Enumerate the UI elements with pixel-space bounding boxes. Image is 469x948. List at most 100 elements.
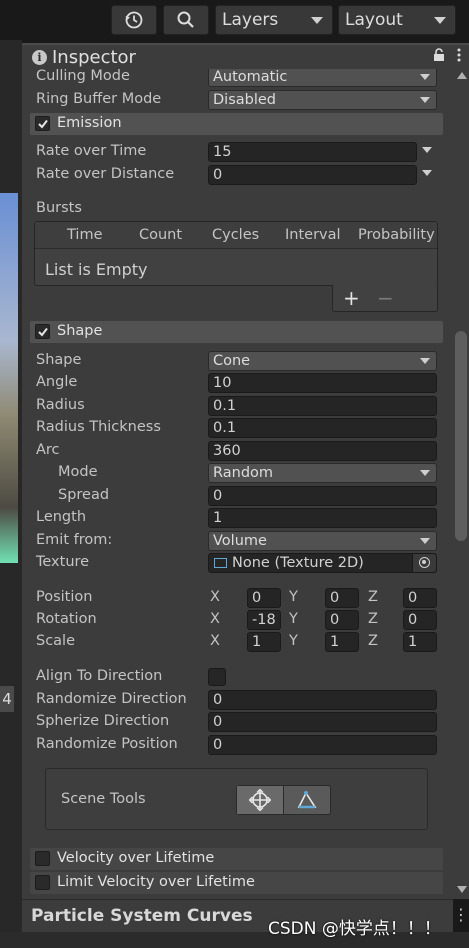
scene-view-preview: [0, 193, 18, 563]
spread-field[interactable]: 0: [208, 486, 437, 506]
scroll-down-arrow-icon[interactable]: [457, 886, 467, 893]
inspector-tab-label: Inspector: [52, 47, 136, 68]
position-z-field[interactable]: 0: [403, 588, 437, 608]
curves-menu-icon[interactable]: ⋮: [453, 905, 469, 924]
kebab-menu-icon[interactable]: [457, 48, 461, 62]
particle-system-curves-title: Particle System Curves: [31, 906, 253, 926]
velocity-over-lifetime-header[interactable]: Velocity over Lifetime: [30, 848, 443, 870]
align-to-direction-toggle[interactable]: [208, 668, 226, 686]
rate-over-distance-field[interactable]: 0: [208, 165, 417, 185]
randomize-direction-label: Randomize Direction: [36, 691, 187, 707]
angle-field[interactable]: 10: [208, 373, 437, 393]
limit-velocity-over-lifetime-header[interactable]: Limit Velocity over Lifetime: [30, 872, 443, 894]
randomize-direction-field[interactable]: 0: [208, 690, 437, 710]
length-field[interactable]: 1: [208, 508, 437, 528]
randomize-position-field[interactable]: 0: [208, 735, 437, 755]
culling-mode-dropdown[interactable]: Automatic: [208, 69, 437, 87]
left-panel-number: 4: [0, 686, 14, 712]
shape-title: Shape: [57, 323, 103, 339]
shape-checkbox[interactable]: [35, 324, 50, 339]
remove-burst-button[interactable]: −: [377, 286, 394, 310]
rotation-z-field[interactable]: 0: [403, 610, 437, 630]
layers-label: Layers: [222, 10, 279, 30]
inspector-title: i Inspector: [32, 47, 136, 68]
spherize-direction-row: Spherize Direction 0: [22, 711, 453, 733]
length-row: Length 1: [22, 507, 453, 529]
shape-edit-button[interactable]: [284, 786, 331, 814]
scale-x-field[interactable]: 1: [247, 632, 281, 652]
history-button[interactable]: [111, 5, 157, 35]
position-y-field[interactable]: 0: [325, 588, 359, 608]
bursts-col-cycles: Cycles: [212, 227, 260, 243]
radius-label: Radius: [36, 397, 85, 413]
position-label: Position: [36, 589, 93, 605]
transform-gizmo-icon: [248, 789, 271, 811]
x-axis-label: X: [210, 633, 220, 649]
arc-row: Arc 360: [22, 440, 453, 462]
ring-buffer-row: Ring Buffer Mode Disabled: [22, 89, 453, 111]
history-icon: [125, 11, 143, 29]
transform-gizmo-button[interactable]: [237, 786, 284, 814]
arc-mode-dropdown[interactable]: Random: [208, 463, 437, 483]
velocity-over-lifetime-checkbox[interactable]: [35, 851, 50, 866]
texture-label: Texture: [36, 554, 90, 570]
scroll-thumb[interactable]: [455, 331, 467, 541]
emission-checkbox[interactable]: [35, 116, 50, 131]
bursts-row: Bursts: [22, 198, 453, 220]
shape-type-dropdown[interactable]: Cone: [208, 351, 437, 371]
curve-mode-caret-icon[interactable]: [422, 147, 432, 153]
add-burst-button[interactable]: +: [343, 286, 360, 310]
length-label: Length: [36, 509, 87, 525]
rotation-y-field[interactable]: 0: [325, 610, 359, 630]
scale-z-field[interactable]: 1: [403, 632, 437, 652]
chevron-down-icon: [420, 74, 430, 80]
position-x-field[interactable]: 0: [247, 588, 281, 608]
limit-velocity-over-lifetime-checkbox[interactable]: [35, 875, 50, 890]
watermark-text: CSDN @快学点！！！: [268, 919, 441, 939]
spread-label: Spread: [58, 487, 110, 503]
radius-thickness-label: Radius Thickness: [36, 419, 161, 435]
layout-label: Layout: [345, 10, 403, 30]
velocity-over-lifetime-title: Velocity over Lifetime: [57, 850, 215, 866]
emit-from-dropdown[interactable]: Volume: [208, 531, 437, 551]
radius-thickness-row: Radius Thickness 0.1: [22, 417, 453, 439]
arc-label: Arc: [36, 442, 60, 458]
curve-mode-caret-icon[interactable]: [422, 170, 432, 176]
emission-header[interactable]: Emission: [30, 113, 443, 135]
layout-dropdown[interactable]: Layout: [338, 5, 456, 35]
radius-thickness-field[interactable]: 0.1: [208, 418, 437, 438]
randomize-direction-row: Randomize Direction 0: [22, 689, 453, 711]
bursts-empty-label: List is Empty: [45, 260, 148, 279]
arc-field[interactable]: 360: [208, 441, 437, 461]
object-picker-button[interactable]: [412, 554, 436, 572]
rotation-x-field[interactable]: -18: [247, 610, 281, 630]
z-axis-label: Z: [368, 589, 378, 605]
tab-actions: [433, 48, 461, 62]
scroll-up-arrow-icon[interactable]: [457, 72, 467, 79]
search-icon: [177, 11, 194, 28]
position-row: Position X 0 Y 0 Z 0: [22, 587, 453, 609]
texture-object-field[interactable]: None (Texture 2D): [208, 553, 437, 573]
shape-header[interactable]: Shape: [30, 321, 443, 343]
culling-mode-row: Culling Mode Automatic: [22, 69, 453, 88]
emit-from-label: Emit from:: [36, 532, 113, 548]
limit-velocity-over-lifetime-title: Limit Velocity over Lifetime: [57, 874, 255, 890]
search-button[interactable]: [163, 5, 209, 35]
rate-over-time-field[interactable]: 15: [208, 142, 417, 162]
scale-y-field[interactable]: 1: [325, 632, 359, 652]
object-picker-icon: [419, 557, 430, 568]
bursts-label: Bursts: [36, 200, 82, 216]
y-axis-label: Y: [289, 633, 298, 649]
inspector-tab[interactable]: i Inspector: [22, 43, 469, 69]
lock-icon[interactable]: [433, 48, 445, 62]
ring-buffer-dropdown[interactable]: Disabled: [208, 90, 437, 110]
x-axis-label: X: [210, 589, 220, 605]
spherize-direction-field[interactable]: 0: [208, 712, 437, 732]
shape-type-row: Shape Cone: [22, 350, 453, 372]
chevron-down-icon: [434, 17, 446, 24]
layers-dropdown[interactable]: Layers: [215, 5, 333, 35]
inspector-scrollbar[interactable]: [453, 69, 469, 899]
toolbar: Layers Layout: [0, 0, 469, 40]
radius-field[interactable]: 0.1: [208, 396, 437, 416]
texture-value: None (Texture 2D): [232, 555, 364, 571]
